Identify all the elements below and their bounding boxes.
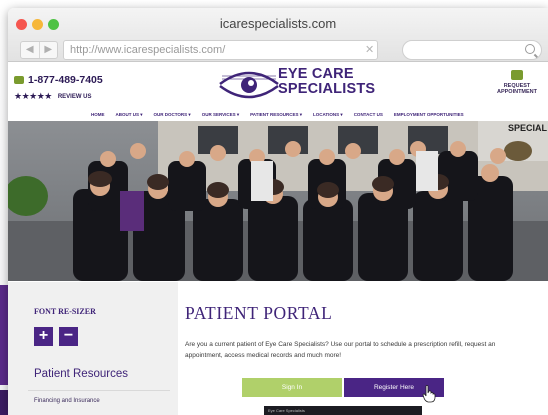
nav-our-doctors[interactable]: OUR DOCTORS ▾ (154, 112, 191, 118)
site-logo[interactable]: EYE CARE SPECIALISTS (218, 66, 383, 102)
logo-line-2: SPECIALISTS (278, 81, 376, 97)
phone-icon (14, 76, 24, 84)
star-rating: ★★★★★ (14, 91, 52, 101)
nav-our-services[interactable]: OUR SERVICES ▾ (202, 112, 239, 118)
sidebar-link-financing[interactable]: Financing and Insurance (34, 398, 100, 404)
request-line-2: APPOINTMENT (496, 89, 538, 95)
browser-window: icarespecialists.com ◀ ▶ http://www.icar… (8, 8, 548, 415)
patient-resources-heading: Patient Resources (34, 368, 128, 380)
browser-nav-buttons: ◀ ▶ (20, 41, 58, 59)
review-us-link[interactable]: ★★★★★ REVIEW US (14, 91, 92, 102)
browser-titlebar: icarespecialists.com ◀ ▶ http://www.icar… (8, 8, 548, 62)
staff-group-photo: SPECIAL (8, 121, 548, 281)
font-resizer-title: FONT RE-SIZER (34, 307, 96, 316)
nav-locations[interactable]: LOCATIONS ▾ (313, 112, 343, 118)
search-icon (525, 44, 535, 54)
site-header: 1-877-489-7405 ★★★★★ REVIEW US EYE CARE … (8, 62, 548, 117)
sidebar-divider (28, 390, 170, 391)
calendar-icon (511, 70, 523, 80)
font-decrease-button[interactable]: − (59, 327, 78, 346)
nav-patient-resources[interactable]: PATIENT RESOURCES ▾ (250, 112, 302, 118)
url-bar[interactable]: http://www.icarespecialists.com/ (63, 40, 378, 60)
sidebar: FONT RE-SIZER + − Patient Resources Fina… (8, 282, 178, 415)
font-increase-button[interactable]: + (34, 327, 53, 346)
portal-description: Are you a current patient of Eye Care Sp… (185, 341, 496, 359)
nav-about-us[interactable]: ABOUT US ▾ (116, 112, 143, 118)
forward-arrow-icon[interactable]: ▶ (38, 42, 58, 58)
hero-staff-photo: SPECIAL (8, 121, 548, 281)
phone-number: 1-877-489-7405 (28, 74, 103, 86)
main-content: PATIENT PORTAL Are you a current patient… (185, 282, 535, 415)
hand-cursor-icon (422, 385, 436, 403)
nav-contact-us[interactable]: CONTACT US (354, 112, 383, 117)
window-title: icarespecialists.com (219, 16, 337, 31)
eye-logo-icon (219, 71, 279, 99)
main-nav: HOME ABOUT US ▾ OUR DOCTORS ▾ OUR SERVIC… (8, 109, 548, 120)
review-us-label: REVIEW US (57, 93, 92, 100)
page-title: PATIENT PORTAL (185, 303, 333, 323)
browser-search-input[interactable] (402, 40, 542, 60)
video-thumbnail[interactable]: Eye Care Specialists (264, 406, 422, 415)
web-page: 1-877-489-7405 ★★★★★ REVIEW US EYE CARE … (8, 62, 548, 415)
logo-line-1: EYE CARE (278, 66, 354, 82)
request-appointment-button[interactable]: REQUEST APPOINTMENT (494, 70, 540, 95)
nav-home[interactable]: HOME (91, 112, 105, 117)
back-arrow-icon[interactable]: ◀ (21, 42, 39, 58)
clear-url-icon[interactable]: ✕ (365, 40, 374, 60)
nav-employment[interactable]: EMPLOYMENT OPPORTUNITIES (394, 112, 464, 117)
sign-in-button[interactable]: Sign In (242, 378, 342, 397)
building-sign: SPECIAL (508, 123, 548, 133)
logo-text: EYE CARE SPECIALISTS (278, 67, 375, 97)
phone-link[interactable]: 1-877-489-7405 (14, 74, 103, 86)
